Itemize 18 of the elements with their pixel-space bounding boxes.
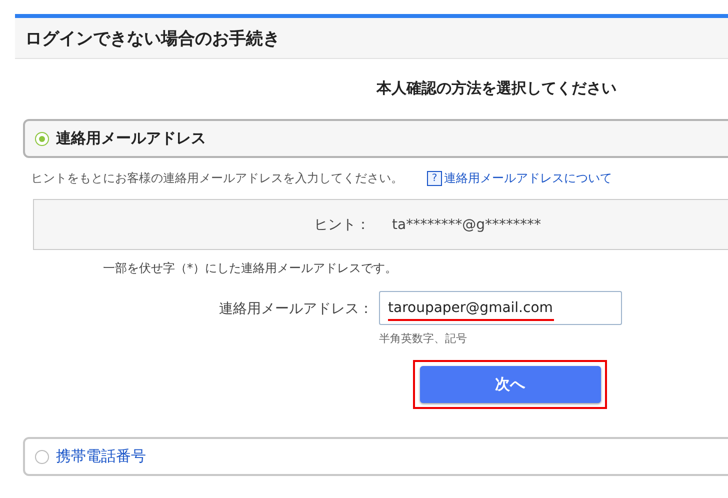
field-help: 半角英数字、記号 (379, 331, 468, 346)
help-link[interactable]: ? 連絡用メールアドレスについて (427, 170, 612, 187)
page-title: ログインできない場合のお手続き (25, 28, 280, 50)
instruction-text: ヒントをもとにお客様の連絡用メールアドレスを入力してください。 (31, 170, 403, 187)
subtitle: 本人確認の方法を選択してください (375, 79, 618, 99)
hint-note: 一部を伏せ字（*）にした連絡用メールアドレスです。 (103, 260, 398, 277)
hint-value: ta********@g******** (392, 216, 541, 232)
help-icon: ? (427, 171, 442, 186)
next-button[interactable]: 次へ (420, 366, 600, 403)
option-label: 連絡用メールアドレス (56, 129, 206, 148)
email-field[interactable]: taroupaper@gmail.com (379, 291, 622, 325)
method-option[interactable]: 携帯電話番号 (23, 437, 728, 476)
radio-button[interactable] (35, 132, 49, 146)
radio-button[interactable] (35, 450, 49, 464)
field-label: 連絡用メールアドレス： (218, 300, 373, 318)
hint-label: ヒント： (314, 216, 370, 234)
option-label: 携帯電話番号 (56, 447, 146, 466)
method-option[interactable]: 連絡用メールアドレス (23, 119, 728, 158)
